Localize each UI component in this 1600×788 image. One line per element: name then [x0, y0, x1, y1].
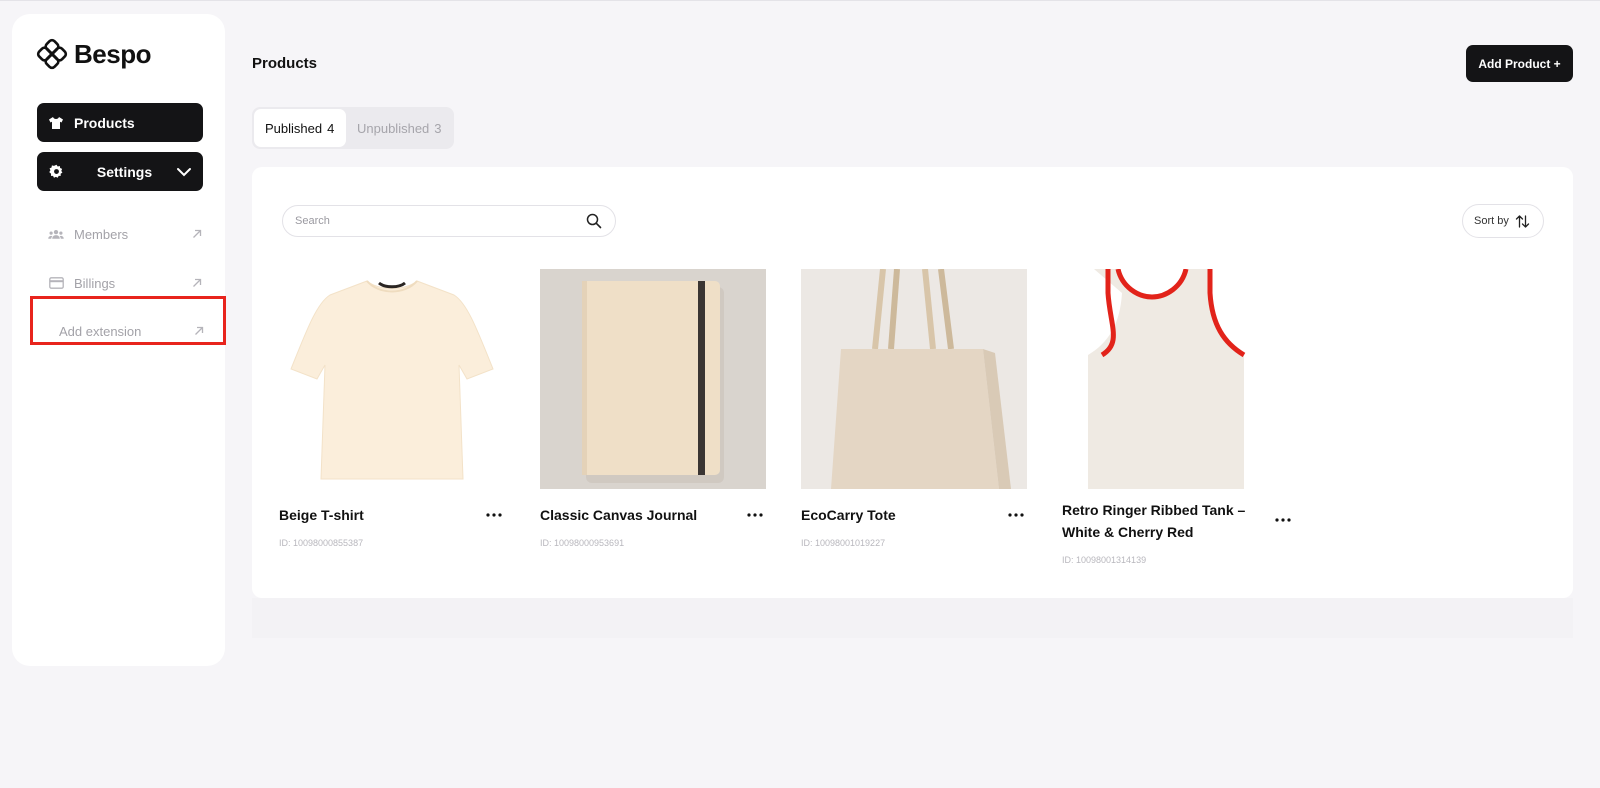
gear-icon — [48, 164, 64, 180]
sidebar-subitem-label: Billings — [74, 275, 116, 291]
page-title: Products — [252, 55, 318, 72]
product-id: ID: 10098000855387 — [279, 538, 364, 548]
product-image-beige-tshirt[interactable] — [279, 269, 505, 489]
tab-published[interactable]: Published 4 — [254, 109, 346, 147]
sidebar-item-label: Products — [74, 114, 135, 131]
product-title-row: Beige T-shirt — [279, 504, 505, 526]
external-arrow-icon — [193, 325, 205, 337]
product-title[interactable]: EcoCarry Tote — [801, 504, 1005, 526]
tab-count: 3 — [434, 120, 442, 136]
sidebar-item-billings[interactable]: Billings — [48, 269, 203, 297]
product-image-canvas-journal[interactable] — [540, 269, 766, 489]
brand-name: Bespo — [74, 38, 151, 69]
product-card[interactable]: EcoCarry Tote ID: 10098001019227 — [801, 269, 1027, 548]
product-title[interactable]: Retro Ringer Ribbed Tank – White & Cherr… — [1062, 499, 1272, 543]
card-icon — [48, 276, 64, 290]
add-product-button[interactable]: Add Product + — [1466, 45, 1573, 82]
sidebar-item-settings[interactable]: Settings — [37, 152, 203, 191]
product-title[interactable]: Beige T-shirt — [279, 504, 483, 526]
sidebar-item-add-extension[interactable]: Add extension — [59, 317, 205, 345]
sort-button[interactable]: Sort by — [1462, 204, 1544, 238]
search-bar — [282, 205, 616, 237]
tab-label: Unpublished — [357, 120, 430, 136]
sort-arrows-icon — [1515, 213, 1531, 229]
tab-count: 4 — [327, 120, 335, 136]
sidebar: Bespo Products Settings Members Billings — [12, 14, 225, 666]
bespo-logo-icon — [36, 38, 68, 70]
members-icon — [48, 227, 64, 241]
sort-label: Sort by — [1474, 215, 1509, 227]
product-title[interactable]: Classic Canvas Journal — [540, 504, 744, 526]
product-card[interactable]: Beige T-shirt ID: 10098000855387 — [279, 269, 505, 548]
product-title-row: Retro Ringer Ribbed Tank – White & Cherr… — [1062, 499, 1294, 543]
products-panel: Sort by Beige T-shirt ID: 10098000855387 — [252, 167, 1573, 598]
product-title-row: Classic Canvas Journal — [540, 504, 766, 526]
tab-label: Published — [265, 120, 323, 136]
more-options-icon[interactable] — [1272, 509, 1294, 531]
sidebar-item-label: Settings — [96, 163, 153, 180]
sidebar-subitem-label: Members — [74, 226, 129, 242]
brand-logo[interactable]: Bespo — [36, 38, 151, 70]
status-tabs: Published 4 Unpublished 3 — [252, 107, 454, 149]
product-id: ID: 10098000953691 — [540, 538, 625, 548]
top-divider — [0, 0, 1600, 1]
sidebar-subitem-label: Add extension — [59, 323, 142, 339]
product-card[interactable]: Retro Ringer Ribbed Tank – White & Cherr… — [1062, 269, 1294, 565]
search-icon[interactable] — [585, 212, 603, 230]
more-options-icon[interactable] — [744, 504, 766, 526]
product-id: ID: 10098001314139 — [1062, 555, 1147, 565]
search-input[interactable] — [295, 215, 585, 227]
product-image-tote-bag[interactable] — [801, 269, 1027, 489]
external-arrow-icon — [191, 228, 203, 240]
sidebar-item-products[interactable]: Products — [37, 103, 203, 142]
product-id: ID: 10098001019227 — [801, 538, 886, 548]
more-options-icon[interactable] — [1005, 504, 1027, 526]
product-title-row: EcoCarry Tote — [801, 504, 1027, 526]
product-image-ringer-tank[interactable] — [1062, 269, 1258, 489]
sidebar-item-members[interactable]: Members — [48, 220, 203, 248]
tab-unpublished[interactable]: Unpublished 3 — [346, 109, 452, 147]
more-options-icon[interactable] — [483, 504, 505, 526]
external-arrow-icon — [191, 277, 203, 289]
tshirt-icon — [48, 115, 64, 131]
panel-footer-strip — [252, 598, 1573, 638]
product-card[interactable]: Classic Canvas Journal ID: 1009800095369… — [540, 269, 766, 548]
chevron-down-icon[interactable] — [175, 163, 193, 181]
